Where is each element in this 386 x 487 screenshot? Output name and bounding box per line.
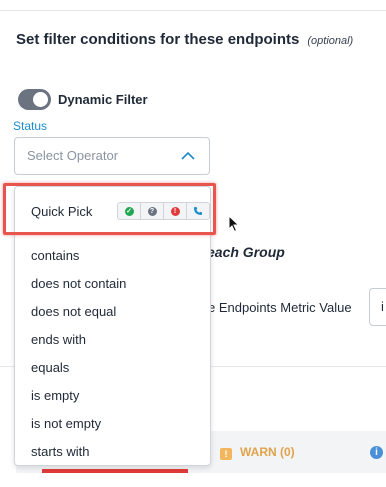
menu-item-starts-with[interactable]: starts with (31, 444, 90, 459)
section-heading: Set filter conditions for these endpoint… (16, 31, 353, 48)
menu-item-does-not-equal[interactable]: does not equal (31, 304, 116, 319)
dynamic-filter-toggle[interactable] (18, 89, 51, 110)
tab-warn-label: WARN (0) (240, 445, 295, 459)
menu-item-ends-with[interactable]: ends with (31, 332, 86, 347)
active-tab-indicator (42, 469, 188, 473)
optional-label: (optional) (307, 35, 354, 47)
menu-item-is-empty[interactable]: is empty (31, 388, 79, 403)
operator-select[interactable]: Select Operator (14, 137, 210, 175)
section-title: Set filter conditions for these endpoint… (16, 31, 300, 48)
tab-warn[interactable]: ! WARN (0) (220, 445, 295, 460)
warn-icon: ! (220, 448, 232, 460)
menu-item-is-not-empty[interactable]: is not empty (31, 416, 101, 431)
mouse-cursor-icon (228, 215, 240, 233)
status-label: Status (13, 119, 48, 133)
group-heading: each Group (207, 244, 285, 260)
chevron-up-icon (181, 151, 195, 160)
menu-item-contains[interactable]: contains (31, 248, 79, 263)
info-icon[interactable]: i (370, 446, 383, 459)
metric-value-input[interactable]: i (369, 288, 386, 326)
toggle-knob (33, 92, 48, 107)
dynamic-filter-label: Dynamic Filter (58, 92, 148, 107)
menu-item-does-not-contain[interactable]: does not contain (31, 276, 126, 291)
metric-label: e Endpoints Metric Value (208, 300, 352, 315)
quick-pick-highlight (3, 183, 216, 235)
top-divider (0, 0, 386, 11)
operator-placeholder: Select Operator (27, 148, 119, 163)
menu-item-equals[interactable]: equals (31, 360, 69, 375)
metric-value-text: i (381, 299, 384, 314)
